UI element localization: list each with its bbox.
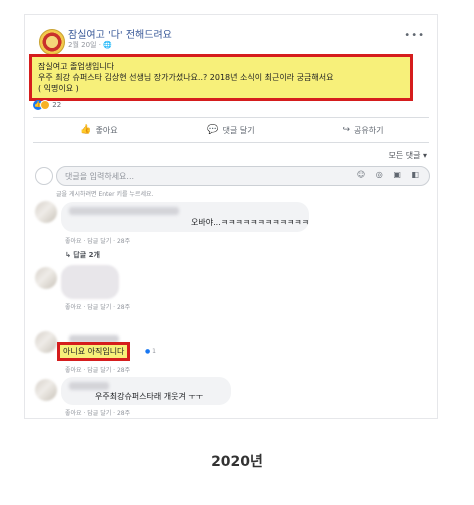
post-line-1: 잠실여고 졸업생입니다 [38, 62, 115, 71]
comment-text: 오바야...ㅋㅋㅋㅋㅋㅋㅋㅋㅋㅋㅋㅋ [191, 218, 310, 227]
comment-button[interactable]: 💬 댓글 달기 [165, 120, 297, 140]
globe-icon: 🌐 [103, 41, 112, 49]
comment-sort-dropdown[interactable]: 모든 댓글 ▾ [388, 150, 427, 161]
thumbs-up-icon: 👍 [80, 125, 92, 135]
comment-bubble: 오바야...ㅋㅋㅋㅋㅋㅋㅋㅋㅋㅋㅋㅋ [61, 202, 309, 232]
comment-meta[interactable]: 좋아요 · 답글 달기 · 28주 [65, 408, 130, 417]
more-options-icon[interactable]: ••• [404, 30, 425, 41]
speech-bubble-icon: 💬 [207, 125, 219, 135]
comment-bubble: 우주최강슈퍼스타래 개웃겨 ㅜㅜ [61, 377, 231, 405]
comment-meta[interactable]: 좋아요 · 답글 달기 · 28주 [65, 236, 130, 245]
action-bar: 👍 좋아요 💬 댓글 달기 ↪ 공유하기 [33, 120, 429, 140]
highlighted-comment-text: 아니요 아직입니다 [57, 342, 131, 361]
comment-bubble-blurred [61, 265, 119, 299]
comment-placeholder: 댓글을 입력하세요... [65, 172, 135, 181]
like-button[interactable]: 👍 좋아요 [33, 120, 165, 140]
like-reaction-icon: ● [145, 348, 151, 355]
facebook-post: 잠실여고 '다' 전해드려요 2월 20일 · 🌐 ••• 잠실여고 졸업생입니… [24, 14, 438, 419]
comment-meta[interactable]: 좋아요 · 답글 달기 · 28주 [65, 365, 130, 374]
commenter-avatar[interactable] [35, 267, 57, 289]
enter-hint: 글을 게시하려면 Enter 키를 누르세요. [56, 191, 154, 198]
reaction-count: 22 [52, 101, 62, 109]
comment-meta[interactable]: 좋아요 · 답글 달기 · 28주 [65, 302, 130, 311]
share-arrow-icon: ↪ [342, 125, 351, 135]
comment-input[interactable]: 댓글을 입력하세요... ☺ ◎ ▣ ◧ [56, 166, 430, 186]
comment-tool-icons[interactable]: ☺ ◎ ▣ ◧ [357, 170, 423, 179]
haha-reaction-icon [40, 100, 50, 110]
user-avatar [35, 167, 53, 185]
page-name[interactable]: 잠실여고 '다' 전해드려요 [68, 26, 172, 41]
reactions-summary[interactable]: 👍 22 [33, 100, 61, 110]
commenter-avatar[interactable] [35, 331, 57, 353]
post-line-3: ( 익명이요 ) [38, 84, 79, 93]
caret-down-icon: ▾ [422, 151, 427, 160]
year-caption: 2020년 [211, 454, 263, 470]
commenter-name-blurred[interactable] [69, 207, 179, 215]
view-replies-link[interactable]: ↳ 답글 2개 [65, 250, 100, 260]
post-timestamp[interactable]: 2월 20일 · 🌐 [68, 40, 112, 50]
commenter-avatar[interactable] [35, 201, 57, 223]
divider [33, 142, 429, 143]
comment-text: 우주최강슈퍼스타래 개웃겨 ㅜㅜ [95, 392, 204, 401]
commenter-name-blurred[interactable] [69, 382, 109, 390]
post-text-highlighted: 잠실여고 졸업생입니다 우주 최강 슈퍼스타 김상현 선생님 장가가셨나요..?… [29, 54, 413, 101]
share-button[interactable]: ↪ 공유하기 [297, 120, 429, 140]
divider [33, 117, 429, 118]
post-line-2: 우주 최강 슈퍼스타 김상현 선생님 장가가셨나요..? 2018년 소식이 최… [38, 73, 334, 82]
commenter-avatar[interactable] [35, 379, 57, 401]
comment-reaction-count: ● 1 [145, 348, 156, 355]
page-avatar[interactable] [39, 29, 65, 55]
